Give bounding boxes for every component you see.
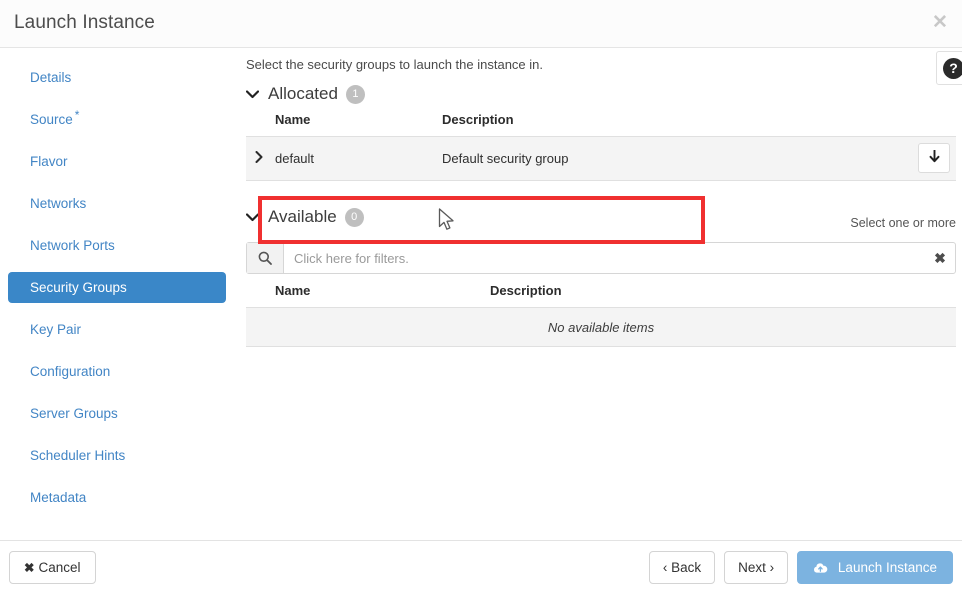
sidebar-item-label: Server Groups bbox=[30, 406, 118, 421]
security-groups-panel: Select the security groups to launch the… bbox=[240, 48, 962, 540]
help-button[interactable]: ? bbox=[936, 51, 962, 85]
launch-instance-modal: Launch Instance ✕ Details Source* Flavor… bbox=[0, 0, 962, 594]
column-header-name: Name bbox=[246, 283, 490, 298]
sidebar-item-label: Key Pair bbox=[30, 322, 81, 337]
table-row[interactable]: default Default security group bbox=[246, 136, 956, 181]
column-header-description: Description bbox=[490, 283, 956, 298]
chevron-down-icon[interactable] bbox=[246, 87, 260, 102]
sidebar-item-metadata[interactable]: Metadata bbox=[8, 482, 226, 513]
sidebar-item-source[interactable]: Source* bbox=[8, 104, 226, 135]
available-section-header[interactable]: Available 0 bbox=[246, 207, 364, 227]
launch-instance-label: Launch Instance bbox=[838, 560, 937, 575]
close-icon[interactable]: ✕ bbox=[927, 10, 953, 36]
sidebar-item-label: Source bbox=[30, 112, 73, 127]
cell-name: default bbox=[275, 151, 442, 166]
modal-body: Details Source* Flavor Networks Network … bbox=[0, 48, 962, 540]
available-table-header: Name Description bbox=[246, 283, 956, 307]
allocated-count-badge: 1 bbox=[346, 85, 365, 104]
panel-instructions: Select the security groups to launch the… bbox=[246, 57, 543, 72]
page-title: Launch Instance bbox=[14, 12, 155, 34]
sidebar-item-label: Configuration bbox=[30, 364, 110, 379]
filter-bar[interactable]: ✖ bbox=[246, 242, 956, 274]
sidebar-item-configuration[interactable]: Configuration bbox=[8, 356, 226, 387]
launch-instance-button[interactable]: Launch Instance bbox=[797, 551, 953, 584]
close-x-icon: ✖ bbox=[24, 561, 34, 575]
column-header-description: Description bbox=[442, 112, 956, 127]
cancel-button-label: Cancel bbox=[38, 560, 80, 575]
next-button[interactable]: Next › bbox=[724, 551, 788, 584]
allocated-table-header: Name Description bbox=[246, 112, 956, 136]
empty-state-row: No available items bbox=[246, 307, 956, 347]
sidebar-item-label: Network Ports bbox=[30, 238, 115, 253]
sidebar-item-label: Flavor bbox=[30, 154, 68, 169]
modal-header: Launch Instance ✕ bbox=[0, 0, 962, 48]
cancel-button[interactable]: ✖ Cancel bbox=[9, 551, 96, 584]
chevron-down-icon[interactable] bbox=[246, 210, 260, 225]
allocated-label: Allocated bbox=[268, 84, 338, 104]
sidebar-item-scheduler-hints[interactable]: Scheduler Hints bbox=[8, 440, 226, 471]
available-label: Available bbox=[268, 207, 337, 227]
sidebar-item-networks[interactable]: Networks bbox=[8, 188, 226, 219]
sidebar-item-label: Scheduler Hints bbox=[30, 448, 125, 463]
selection-hint: Select one or more bbox=[850, 216, 956, 230]
back-button[interactable]: ‹ Back bbox=[649, 551, 715, 584]
expand-row-icon[interactable] bbox=[246, 151, 275, 166]
deallocate-button[interactable] bbox=[918, 143, 950, 173]
allocated-section-header[interactable]: Allocated 1 bbox=[246, 84, 365, 104]
allocated-table: Name Description default Default securit… bbox=[246, 112, 956, 181]
filter-input[interactable] bbox=[284, 243, 925, 273]
clear-filter-icon[interactable]: ✖ bbox=[925, 250, 955, 267]
modal-footer: ✖ Cancel ‹ Back Next › Launch Instance bbox=[0, 540, 962, 594]
required-marker-icon: * bbox=[75, 108, 80, 122]
question-mark-icon: ? bbox=[943, 58, 962, 79]
sidebar-item-key-pair[interactable]: Key Pair bbox=[8, 314, 226, 345]
sidebar-item-details[interactable]: Details bbox=[8, 62, 226, 93]
sidebar-item-security-groups[interactable]: Security Groups bbox=[8, 272, 226, 303]
available-count-badge: 0 bbox=[345, 208, 364, 227]
cell-description: Default security group bbox=[442, 151, 956, 166]
sidebar-item-network-ports[interactable]: Network Ports bbox=[8, 230, 226, 261]
sidebar-item-label: Metadata bbox=[30, 490, 86, 505]
search-icon bbox=[247, 243, 284, 273]
sidebar-item-label: Security Groups bbox=[30, 280, 127, 295]
cloud-upload-icon bbox=[813, 562, 832, 577]
available-table: Name Description No available items bbox=[246, 283, 956, 347]
sidebar-item-label: Networks bbox=[30, 196, 86, 211]
empty-state-message: No available items bbox=[548, 320, 654, 335]
wizard-nav-buttons: ‹ Back Next › Launch Instance bbox=[649, 551, 953, 584]
sidebar-item-flavor[interactable]: Flavor bbox=[8, 146, 226, 177]
column-header-name: Name bbox=[246, 112, 442, 127]
sidebar-item-label: Details bbox=[30, 70, 71, 85]
sidebar-item-server-groups[interactable]: Server Groups bbox=[8, 398, 226, 429]
wizard-sidebar: Details Source* Flavor Networks Network … bbox=[0, 48, 240, 540]
